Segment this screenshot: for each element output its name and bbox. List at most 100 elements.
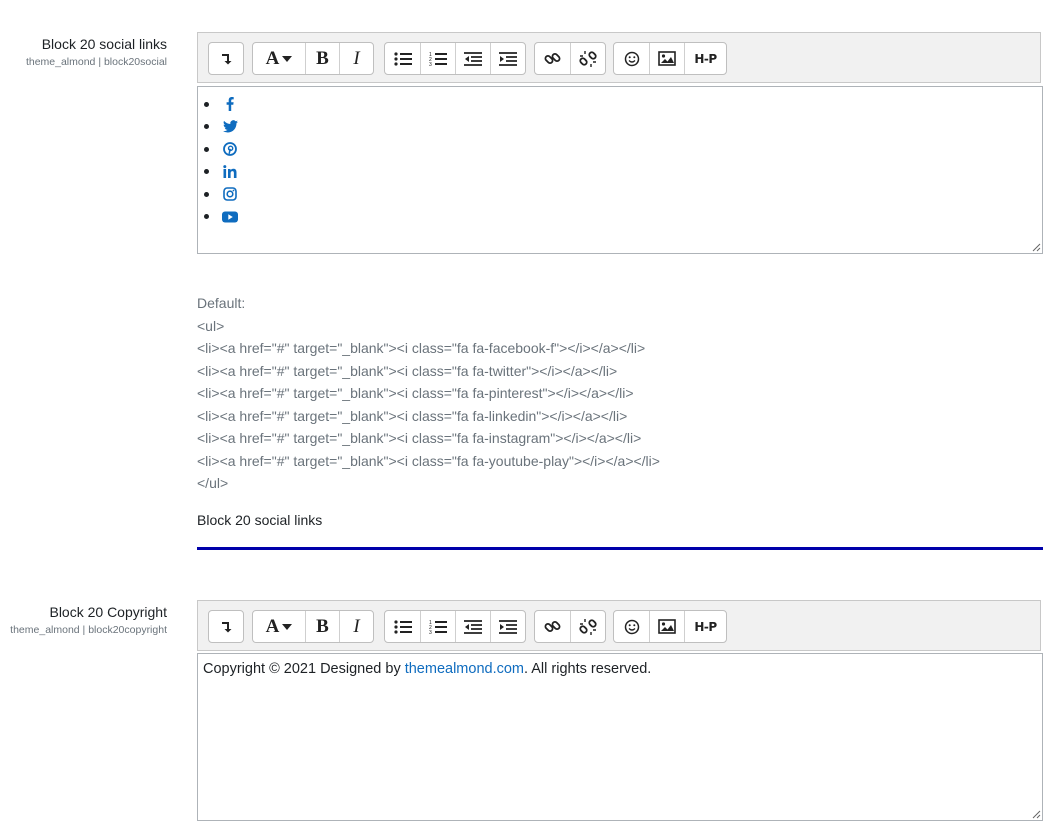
bold-button[interactable]: B xyxy=(305,43,339,74)
indent-icon xyxy=(499,51,517,66)
default-line: <ul> xyxy=(197,317,225,334)
italic-button[interactable]: I xyxy=(339,611,373,642)
toolbar-group-format: A B I xyxy=(252,610,374,643)
list-item xyxy=(204,138,238,161)
collapse-button[interactable] xyxy=(209,43,243,74)
social-icon-list xyxy=(204,93,238,228)
svg-text:3: 3 xyxy=(429,630,432,635)
image-button[interactable] xyxy=(649,611,684,642)
font-style-button[interactable]: A xyxy=(253,611,305,642)
outdent-icon xyxy=(464,619,482,634)
link-icon xyxy=(544,620,560,632)
editor-toolbar: A B I 123 H-P xyxy=(197,32,1041,83)
facebook-icon[interactable] xyxy=(222,96,238,112)
bold-button[interactable]: B xyxy=(305,611,339,642)
toolbar-group-media: H-P xyxy=(613,42,727,75)
toolbar-group-media: H-P xyxy=(613,610,727,643)
toolbar-group-lists: 123 xyxy=(384,610,526,643)
chevron-down-icon xyxy=(282,55,293,62)
unlink-icon xyxy=(579,50,597,67)
copyright-suffix: . All rights reserved. xyxy=(524,661,652,677)
resize-handle-icon[interactable] xyxy=(1031,242,1041,252)
default-line: </ul> xyxy=(197,475,229,491)
font-style-label: A xyxy=(265,615,280,637)
h5p-button[interactable]: H-P xyxy=(684,611,726,642)
list-item xyxy=(204,206,238,229)
list-item xyxy=(204,93,238,116)
default-line: <li><a href="#" target="_blank"><i class… xyxy=(197,407,628,424)
list-item xyxy=(204,183,238,206)
list-item xyxy=(204,161,238,184)
indent-button[interactable] xyxy=(490,43,525,74)
default-line: <li><a href="#" target="_blank"><i class… xyxy=(197,430,642,446)
unlink-icon xyxy=(579,618,597,635)
unordered-list-button[interactable] xyxy=(385,43,420,74)
toolbar-group-collapse xyxy=(208,42,244,75)
h5p-button[interactable]: H-P xyxy=(684,43,726,74)
toolbar-group-lists: 123 xyxy=(384,42,526,75)
h5p-icon: H-P xyxy=(694,619,717,634)
pinterest-icon[interactable] xyxy=(222,141,238,157)
default-heading: Default: xyxy=(197,295,246,311)
h5p-icon: H-P xyxy=(694,51,717,66)
social-links-editor[interactable] xyxy=(197,86,1043,254)
unordered-list-icon xyxy=(393,619,412,634)
section-divider xyxy=(197,547,1043,550)
editor-toolbar: A B I 123 H-P xyxy=(197,600,1041,651)
outdent-button[interactable] xyxy=(455,43,490,74)
outdent-button[interactable] xyxy=(455,611,490,642)
linkedin-icon[interactable] xyxy=(222,164,238,180)
bold-label: B xyxy=(316,47,329,69)
svg-text:3: 3 xyxy=(429,62,432,67)
setting-sublabel: theme_almond | block20copyright xyxy=(10,624,167,636)
instagram-icon[interactable] xyxy=(222,186,238,202)
toolbar-group-links xyxy=(534,610,606,643)
twitter-icon[interactable] xyxy=(222,119,238,135)
setting-description: Block 20 social links xyxy=(197,512,323,528)
image-icon xyxy=(658,619,676,634)
ordered-list-button[interactable]: 123 xyxy=(420,43,455,74)
default-value-block: Default: <ul> <li><a href="#" target="_b… xyxy=(197,292,660,495)
resize-handle-icon[interactable] xyxy=(1031,809,1041,819)
unlink-button[interactable] xyxy=(570,611,605,642)
copyright-link[interactable]: themealmond.com xyxy=(405,661,524,677)
bullet xyxy=(204,214,209,220)
italic-button[interactable]: I xyxy=(339,43,373,74)
default-line: <li><a href="#" target="_blank"><i class… xyxy=(197,340,646,356)
emoji-button[interactable] xyxy=(614,43,649,74)
font-style-label: A xyxy=(265,47,280,69)
bullet xyxy=(204,146,209,152)
unordered-list-button[interactable] xyxy=(385,611,420,642)
copyright-prefix: Copyright © 2021 Designed by xyxy=(203,661,405,677)
collapse-arrow-icon xyxy=(222,621,232,632)
toolbar-group-format: A B I xyxy=(252,42,374,75)
copyright-editor[interactable]: Copyright © 2021 Designed by themealmond… xyxy=(197,653,1043,821)
unlink-button[interactable] xyxy=(570,43,605,74)
font-style-button[interactable]: A xyxy=(253,43,305,74)
collapse-button[interactable] xyxy=(209,611,243,642)
toolbar-group-links xyxy=(534,42,606,75)
setting-label-copyright: Block 20 Copyright theme_almond | block2… xyxy=(10,603,167,637)
bullet xyxy=(204,124,209,130)
bullet xyxy=(204,169,209,175)
indent-button[interactable] xyxy=(490,611,525,642)
ordered-list-icon: 123 xyxy=(429,52,447,67)
image-button[interactable] xyxy=(649,43,684,74)
default-line: <li><a href="#" target="_blank"><i class… xyxy=(197,362,618,379)
italic-label: I xyxy=(353,47,360,69)
link-button[interactable] xyxy=(535,611,570,642)
toolbar-group-collapse xyxy=(208,610,244,643)
link-button[interactable] xyxy=(535,43,570,74)
chevron-down-icon xyxy=(282,623,293,630)
outdent-icon xyxy=(464,51,482,66)
ordered-list-button[interactable]: 123 xyxy=(420,611,455,642)
setting-sublabel: theme_almond | block20social xyxy=(25,56,167,68)
emoji-button[interactable] xyxy=(614,611,649,642)
setting-title: Block 20 Copyright xyxy=(49,604,167,620)
bullet xyxy=(204,101,209,107)
youtube-icon[interactable] xyxy=(222,209,238,225)
list-item xyxy=(204,116,238,139)
default-line: <li><a href="#" target="_blank"><i class… xyxy=(197,385,634,401)
italic-label: I xyxy=(353,615,360,637)
ordered-list-icon: 123 xyxy=(429,620,447,635)
